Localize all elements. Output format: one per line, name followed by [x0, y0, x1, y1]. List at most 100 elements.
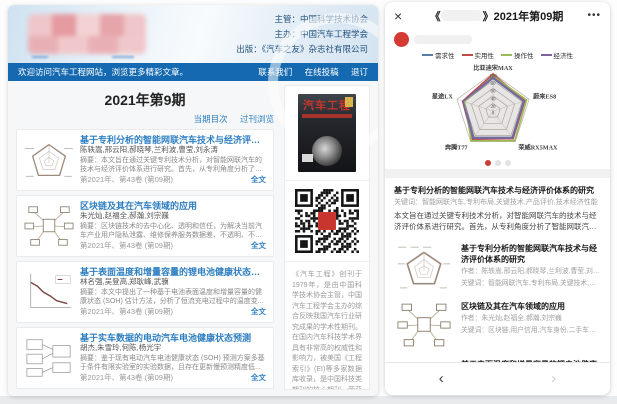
journal-cover[interactable]: 汽车工程	[298, 94, 356, 172]
journal-website-window: 主管：中国科学技术协会 主办：中国汽车工程学会 出版：《汽车之友》杂志社有限公司…	[8, 5, 378, 396]
more-menu-icon[interactable]: •••	[581, 10, 601, 21]
svg-text:荣威RX5MAX: 荣威RX5MAX	[517, 144, 558, 152]
svg-text:奔腾T77: 奔腾T77	[444, 144, 468, 152]
organizer-line: 主办：中国汽车工程学会	[236, 27, 368, 42]
back-chevron-icon[interactable]: ‹	[385, 364, 498, 394]
svg-text:40: 40	[491, 97, 497, 102]
logo-underline	[112, 56, 134, 58]
article-title-link[interactable]: 基于表面温度和增量容量的锂电池健康状态估计	[80, 267, 266, 277]
phone-titlebar: × 《 》2021年第09期 •••	[385, 2, 610, 29]
article-authors: 林名强,吴登高,郑耿峰,武骥	[80, 277, 266, 287]
radar-chart: 100806040200比亚迪宋MAX蔚来ES8荣威RX5MAX奔腾T77星途L…	[385, 61, 610, 156]
svg-text:蔚来ES8: 蔚来ES8	[533, 92, 556, 100]
publisher-avatar[interactable]	[394, 32, 409, 47]
network-diagram-thumbnail	[394, 301, 454, 349]
divider	[285, 180, 369, 181]
title-redacted	[441, 10, 483, 21]
article-issue-info: 第2021年、第43卷 (第09期)	[80, 306, 173, 317]
article-issue-info: 第2021年、第43卷 (第09期)	[80, 240, 173, 251]
svg-text:60: 60	[491, 90, 497, 95]
legend-label: 需求性	[435, 50, 455, 60]
cover-barcode	[302, 154, 313, 162]
svg-text:比亚迪宋MAX: 比亚迪宋MAX	[473, 64, 513, 72]
radar-chart-thumbnail	[394, 243, 454, 291]
divider	[285, 261, 369, 262]
legend-label: 经济性	[554, 50, 574, 60]
schematic-thumbnail	[24, 333, 74, 383]
supervisor-line: 主管：中国科学技术协会	[236, 12, 368, 27]
current-toc-link[interactable]: 当期目次	[194, 114, 228, 124]
legend-item: 需求性	[422, 50, 455, 60]
legend-line-icon	[422, 54, 433, 56]
list-item-authors: 作者：朱光灿,赵福全,郝瀚,刘宗巍	[461, 314, 601, 324]
article-title-link[interactable]: 基于实车数据的电动汽车电池健康状态预测	[80, 333, 266, 343]
issue-links: 当期目次 过刊浏览	[16, 113, 274, 125]
svg-text:20: 20	[491, 105, 497, 110]
article-title-link[interactable]: 区块链及其在汽车领域的应用	[80, 201, 266, 211]
article-card[interactable]: 基于实车数据的电动汽车电池健康状态预测 胡杰,朱雪玲,何陈,杨光宇 摘要：鉴于现…	[16, 327, 274, 389]
article-authors: 胡杰,朱雪玲,何陈,杨光宇	[80, 343, 266, 353]
close-icon[interactable]: ×	[394, 8, 412, 24]
archive-browse-link[interactable]: 过刊浏览	[240, 114, 274, 124]
page-nav-bar: ‹ ›	[385, 362, 610, 395]
title-prefix: 《	[430, 11, 441, 23]
article-card[interactable]: 基于表面温度和增量容量的锂电池健康状态估计 林名强,吴登高,郑耿峰,武骥 摘要：…	[16, 261, 274, 323]
journal-about-text: 《汽车工程》创刊于1979年，是由中国科学技术协会主管，中国汽车工程学会主办的综…	[292, 270, 362, 390]
cover-red-band	[302, 114, 352, 118]
title-suffix: 》2021年第09期	[483, 11, 564, 23]
article-abstract: 摘要：本文旨在通过关键专利技术分析，对智能网联汽车的技术与经济评价体系进行研究。…	[80, 156, 266, 174]
screenshot-canvas: 主管：中国科学技术协会 主办：中国汽车工程学会 出版：《汽车之友》杂志社有限公司…	[0, 0, 617, 404]
article-card[interactable]: 区块链及其在汽车领域的应用 朱光灿,赵福全,郝瀚,刘宗巍 摘要：区块链技术的去中…	[16, 195, 274, 257]
legend-line-icon	[462, 54, 473, 56]
legend-label: 实用性	[475, 50, 495, 60]
publisher-name-redacted	[414, 35, 472, 44]
carousel-dot[interactable]	[505, 160, 511, 166]
list-item-title: 基于专利分析的智能网联汽车技术与经济评价体系的研究	[461, 243, 601, 265]
legend-line-icon	[541, 54, 552, 56]
list-item-keywords: 关键词：智能网联汽车,专利布局,关键技术,产品评...	[461, 279, 601, 289]
fulltext-link[interactable]: 全文	[251, 174, 266, 185]
forward-chevron-icon[interactable]: ›	[498, 364, 611, 394]
wechat-article-window: × 《》2021年第09期 ••• 需求性 实用性 操作性 经济性 100806…	[385, 2, 610, 395]
logo-underline	[32, 56, 48, 58]
page-title: 《 》2021年第09期	[412, 8, 581, 24]
network-diagram-thumbnail	[24, 201, 74, 251]
featured-article[interactable]: 基于专利分析的智能网联汽车技术与经济评价体系的研究 关键词：智能网联汽车,专利布…	[385, 178, 610, 237]
carousel-dots	[385, 156, 610, 169]
list-item[interactable]: 区块链及其在汽车领域的应用 作者：朱光灿,赵福全,郝瀚,刘宗巍 关键词：区块链,…	[385, 295, 610, 353]
article-card[interactable]: 基于专利分析的智能网联汽车技术与经济评价体系的研究 陈轶嵩,邢云阳,郝晓琴,兰利…	[16, 129, 274, 191]
list-item-title: 区块链及其在汽车领域的应用	[461, 301, 601, 312]
section-separator	[385, 169, 610, 178]
cover-issue-tag	[345, 97, 353, 107]
fulltext-link[interactable]: 全文	[251, 372, 266, 383]
qr-code	[292, 189, 362, 253]
fulltext-link[interactable]: 全文	[251, 306, 266, 317]
related-article-list: 基于专利分析的智能网联汽车技术与经济评价体系的研究 作者：陈轶嵩,邢云阳,郝晓琴…	[385, 237, 610, 365]
article-abstract: 摘要：本文中提出了一种基于电池表面温度和增量容量的健康状态 (SOH) 估计方法…	[80, 288, 266, 306]
article-abstract: 摘要：鉴于现有电动汽车电池健康状态 (SOH) 预测方案多基于条件有限实验室的实…	[80, 354, 266, 372]
carousel-dot[interactable]	[485, 160, 491, 166]
window-bottom-edge	[0, 396, 617, 404]
list-item-keywords: 关键词：区块链,用户信用,汽车身份,二手车交易,汽...	[461, 326, 601, 336]
fulltext-link[interactable]: 全文	[251, 240, 266, 251]
publisher-info: 主管：中国科学技术协会 主办：中国汽车工程学会 出版：《汽车之友》杂志社有限公司	[236, 12, 368, 57]
article-issue-info: 第2021年、第43卷 (第09期)	[80, 174, 173, 185]
legend-line-icon	[501, 54, 512, 56]
svg-text:80: 80	[491, 82, 497, 87]
article-issue-info: 第2021年、第43卷 (第09期)	[80, 372, 173, 383]
article-abstract: 摘要：区块链技术的去中心化、透明和信任，为解决当前汽车产业用户隐私泄露、维修保养…	[80, 222, 266, 240]
legend-item: 经济性	[541, 50, 574, 60]
site-logo-redacted	[28, 14, 146, 54]
list-item-authors: 作者：陈轶嵩,邢云阳,郝晓琴,兰利波,曹莹,刘永涛	[461, 267, 601, 277]
legend-item: 操作性	[501, 50, 534, 60]
article-title-link[interactable]: 基于专利分析的智能网联汽车技术与经济评价体系的研究	[80, 135, 266, 145]
featured-article-abstract: 本文旨在通过关键专利技术分析，对智能网联汽车的技术与经济评价体系进行研究。首先，…	[394, 210, 601, 232]
legend-label: 操作性	[514, 50, 534, 60]
page-content: 2021年第9期 当期目次 过刊浏览	[8, 81, 378, 396]
list-item[interactable]: 基于专利分析的智能网联汽车技术与经济评价体系的研究 作者：陈轶嵩,邢云阳,郝晓琴…	[385, 237, 610, 295]
article-authors: 朱光灿,赵福全,郝瀚,刘宗巍	[80, 211, 266, 221]
carousel-dot[interactable]	[495, 160, 501, 166]
legend-item: 实用性	[462, 50, 495, 60]
article-authors: 陈轶嵩,邢云阳,郝晓琴,兰利波,曹莹,刘永涛	[80, 145, 266, 155]
radar-chart-thumbnail	[24, 135, 74, 185]
